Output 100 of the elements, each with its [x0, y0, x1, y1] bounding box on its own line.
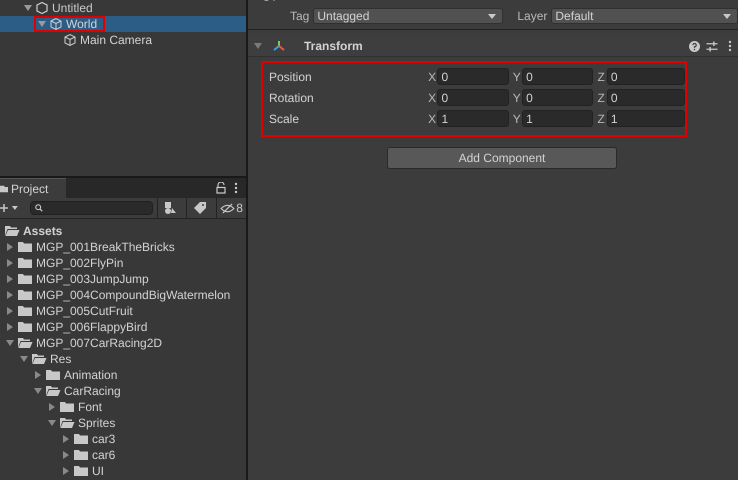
- number-field[interactable]: 1: [606, 110, 685, 127]
- tag-label: Tag: [290, 9, 310, 23]
- folder-label: Animation: [64, 368, 118, 382]
- expanded-arrow-icon[interactable]: [6, 339, 14, 347]
- layer-label: Layer: [517, 9, 548, 23]
- axis-label: Z: [597, 90, 606, 104]
- presets-icon[interactable]: [706, 40, 718, 52]
- scene-icon: [35, 1, 49, 15]
- shapes-icon: [164, 202, 176, 214]
- search-icon: [34, 204, 43, 212]
- folder-item[interactable]: car6: [0, 447, 246, 463]
- number-field[interactable]: 1: [437, 110, 509, 127]
- folder-item[interactable]: MGP_004CompoundBigWatermelon: [0, 287, 246, 303]
- number-field[interactable]: 0: [606, 68, 685, 85]
- add-dropdown-icon[interactable]: [0, 203, 20, 213]
- folder-icon: [17, 273, 33, 285]
- number-field[interactable]: 0: [437, 89, 509, 106]
- folder-item[interactable]: CarRacing: [0, 383, 246, 399]
- folder-item[interactable]: MGP_003JumpJump: [0, 271, 246, 287]
- property-label: Rotation: [269, 90, 315, 104]
- add-component-button[interactable]: Add Component: [387, 147, 617, 169]
- hierarchy-item[interactable]: Untitled: [0, 0, 246, 16]
- open-folder-icon: [31, 353, 47, 365]
- folder-item[interactable]: MGP_007CarRacing2D: [0, 335, 246, 351]
- axis-label: Z: [597, 112, 606, 126]
- folder-icon: [45, 369, 61, 381]
- folder-label: MGP_004CompoundBigWatermelon: [36, 288, 230, 302]
- folder-item[interactable]: MGP_001BreakTheBricks: [0, 239, 246, 255]
- collapsed-arrow-icon[interactable]: [6, 323, 14, 331]
- more-icon[interactable]: [234, 182, 238, 194]
- open-folder-icon: [17, 337, 33, 349]
- axis-label: Z: [597, 70, 606, 84]
- folder-item[interactable]: MGP_002FlyPin: [0, 255, 246, 271]
- folder-item[interactable]: Assets: [0, 223, 246, 239]
- more-icon[interactable]: [728, 40, 732, 52]
- collapsed-arrow-icon[interactable]: [6, 243, 14, 251]
- folder-item[interactable]: MGP_006FlappyBird: [0, 319, 246, 335]
- folder-icon: [73, 449, 89, 461]
- tab-label: Project: [11, 182, 48, 196]
- axis-label: X: [428, 90, 438, 104]
- folder-label: car3: [92, 432, 116, 446]
- property-label: Scale: [269, 112, 300, 126]
- collapsed-arrow-icon[interactable]: [48, 403, 56, 411]
- folder-item[interactable]: Sprites: [0, 415, 246, 431]
- folder-label: MGP_007CarRacing2D: [36, 336, 162, 350]
- lock-icon[interactable]: [216, 182, 226, 194]
- expanded-arrow-icon[interactable]: [20, 355, 28, 363]
- folder-label: CarRacing: [64, 384, 121, 398]
- layer-dropdown[interactable]: Default: [551, 8, 738, 24]
- folder-label: Font: [78, 400, 102, 414]
- folder-label: MGP_003JumpJump: [36, 272, 149, 286]
- dropdown-arrow-icon: [723, 14, 731, 18]
- hierarchy-item[interactable]: World: [0, 16, 246, 32]
- component-title: Transform: [304, 39, 363, 53]
- folder-label: Res: [50, 352, 72, 366]
- item-label: World: [66, 17, 98, 31]
- folder-item[interactable]: MGP_005CutFruit: [0, 303, 246, 319]
- expanded-arrow-icon[interactable]: [38, 20, 46, 28]
- eye-slash-icon: [220, 202, 236, 214]
- folder-item[interactable]: UI: [0, 463, 246, 479]
- folder-label: MGP_006FlappyBird: [36, 320, 148, 334]
- folder-item[interactable]: Font: [0, 399, 246, 415]
- folder-item[interactable]: Animation: [0, 367, 246, 383]
- number-field[interactable]: 0: [522, 89, 594, 106]
- search-field[interactable]: [30, 201, 153, 215]
- help-icon[interactable]: [689, 40, 700, 52]
- open-folder-icon: [45, 385, 61, 397]
- number-field[interactable]: 0: [522, 68, 594, 85]
- collapsed-arrow-icon[interactable]: [62, 435, 70, 443]
- number-field[interactable]: 0: [606, 89, 685, 106]
- collapsed-arrow-icon[interactable]: [34, 371, 42, 379]
- tag-dropdown[interactable]: Untagged: [313, 8, 504, 24]
- expanded-arrow-icon[interactable]: [254, 42, 262, 50]
- collapsed-arrow-icon[interactable]: [6, 259, 14, 267]
- collapsed-arrow-icon[interactable]: [6, 307, 14, 315]
- folder-icon: [17, 289, 33, 301]
- collapsed-arrow-icon[interactable]: [62, 451, 70, 459]
- folder-icon: [17, 257, 33, 269]
- folder-item[interactable]: car3: [0, 431, 246, 447]
- item-label: Untitled: [52, 1, 93, 15]
- folder-label: MGP_002FlyPin: [36, 256, 124, 270]
- transform-axes-icon: [272, 40, 286, 52]
- folder-icon: [73, 465, 89, 477]
- project-tab[interactable]: Project: [0, 178, 66, 198]
- folder-label: Assets: [23, 224, 62, 238]
- expanded-arrow-icon[interactable]: [24, 4, 32, 12]
- collapsed-arrow-icon[interactable]: [6, 275, 14, 283]
- cube-icon: [63, 33, 77, 47]
- number-field[interactable]: 1: [522, 110, 594, 127]
- collapsed-arrow-icon[interactable]: [6, 291, 14, 299]
- item-label: Main Camera: [80, 33, 152, 47]
- collapsed-arrow-icon[interactable]: [62, 467, 70, 475]
- axis-label: Y: [512, 70, 522, 84]
- expanded-arrow-icon[interactable]: [34, 387, 42, 395]
- folder-icon: [73, 433, 89, 445]
- folder-label: UI: [92, 464, 104, 478]
- number-field[interactable]: 0: [437, 68, 509, 85]
- folder-item[interactable]: Res: [0, 351, 246, 367]
- hierarchy-item[interactable]: Main Camera: [0, 32, 246, 48]
- expanded-arrow-icon[interactable]: [48, 419, 56, 427]
